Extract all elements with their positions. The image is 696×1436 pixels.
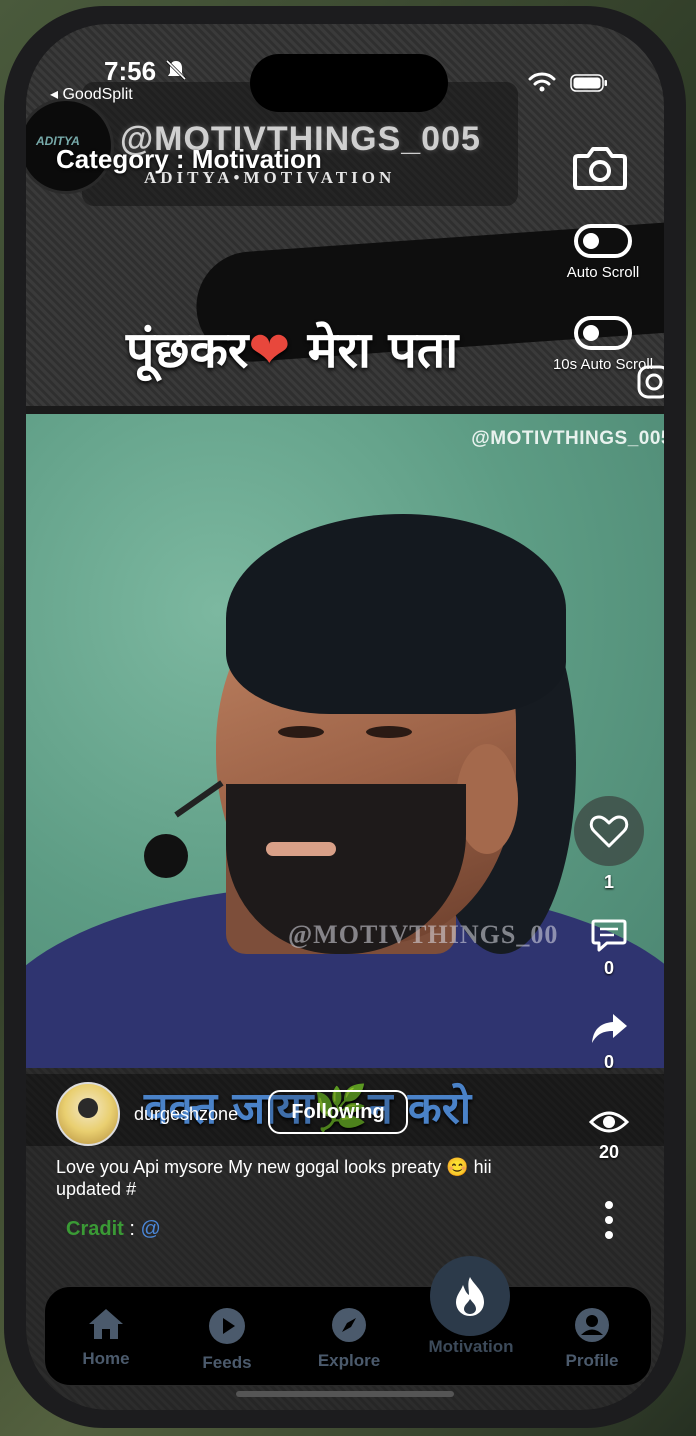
watermark-mid: @MOTIVTHINGS_00 <box>288 920 559 949</box>
home-icon <box>89 1309 123 1339</box>
like-count: 1 <box>603 872 614 892</box>
share-arrow-icon <box>592 1014 627 1043</box>
heart-icon <box>589 815 629 848</box>
auto-scroll-label: Auto Scroll <box>566 264 640 281</box>
post-caption: Love you Api mysore My new gogal looks p… <box>56 1157 492 1199</box>
auto-scroll-10s-toggle[interactable] <box>574 316 632 350</box>
hindi-text-left: पूंछकर <box>126 321 249 379</box>
bottom-tab-bar: Home Feeds Explore Motivation Profile <box>44 1286 652 1386</box>
back-to-app-link[interactable]: ◂ GoodSplit <box>50 84 133 104</box>
comment-icon <box>591 919 627 952</box>
video-mouth <box>266 842 336 856</box>
tab-home[interactable]: Home <box>51 1307 161 1369</box>
tab-explore[interactable]: Explore <box>294 1307 404 1371</box>
dynamic-island <box>250 54 448 112</box>
compass-icon <box>332 1308 366 1342</box>
flame-icon <box>456 1277 484 1316</box>
tab-profile[interactable]: Profile <box>537 1307 647 1371</box>
username[interactable]: durgeshzone <box>134 1104 238 1125</box>
following-button[interactable]: Following <box>268 1090 408 1134</box>
credit-key: Cradit <box>66 1218 124 1240</box>
video-eye-left <box>278 726 324 738</box>
tab-feeds-label: Feeds <box>202 1353 252 1372</box>
comment-action[interactable]: 0 <box>574 918 644 979</box>
microphone <box>144 834 188 878</box>
video-eye-right <box>366 726 412 738</box>
tab-explore-label: Explore <box>317 1351 381 1370</box>
share-action[interactable]: 0 <box>574 1012 644 1073</box>
motivation-tab-button[interactable] <box>430 1256 510 1336</box>
tab-feeds[interactable]: Feeds <box>172 1307 282 1373</box>
tab-motivation-label: Motivation <box>428 1337 514 1356</box>
heart-glyph: ❤ <box>248 321 291 379</box>
auto-scroll-control[interactable]: Auto Scroll <box>548 224 658 282</box>
eye-icon <box>589 1111 629 1133</box>
like-button[interactable] <box>574 796 644 866</box>
tab-profile-label: Profile <box>565 1351 619 1370</box>
video-hair <box>226 514 566 714</box>
credit-separator: : <box>123 1218 141 1240</box>
user-avatar[interactable] <box>56 1082 120 1146</box>
home-indicator <box>236 1391 454 1397</box>
camera-button[interactable] <box>570 144 630 198</box>
user-icon <box>575 1308 609 1342</box>
camera-icon <box>573 147 627 190</box>
phone-screen: ADITYA @MOTIVTHINGS_005 ADITYA•MOTIVATIO… <box>26 24 664 1410</box>
views-count: 20 <box>598 1142 620 1162</box>
bell-slash-icon <box>165 59 187 81</box>
watermark-top: @MOTIVTHINGS_005 <box>471 428 664 449</box>
credit-line: Cradit : @ <box>66 1218 161 1241</box>
share-count: 0 <box>603 1052 614 1072</box>
tab-motivation[interactable]: Motivation <box>416 1337 526 1357</box>
auto-scroll-toggle[interactable] <box>574 224 632 258</box>
comment-count: 0 <box>603 958 614 978</box>
more-vertical-icon <box>605 1201 613 1239</box>
video-hindi-text: पूंछकर❤ मेरा पता <box>126 314 458 382</box>
more-options-button[interactable] <box>574 1200 644 1240</box>
battery-icon <box>570 74 607 92</box>
credit-value-link[interactable]: @ <box>140 1218 160 1240</box>
like-action[interactable]: 1 <box>574 796 644 893</box>
main-video[interactable]: @MOTIVTHINGS_005 @MOTIVTHINGS_00 <box>26 414 664 1068</box>
wifi-icon <box>528 72 556 92</box>
tab-home-label: Home <box>82 1349 130 1368</box>
status-time: 7:56 <box>104 56 157 86</box>
phone-frame: ADITYA @MOTIVTHINGS_005 ADITYA•MOTIVATIO… <box>4 6 686 1428</box>
category-label: Category : Motivation <box>56 144 322 174</box>
play-icon <box>209 1308 245 1344</box>
hindi-text-right: मेरा पता <box>307 321 459 379</box>
views-action: 20 <box>574 1108 644 1163</box>
instagram-icon <box>637 365 664 399</box>
